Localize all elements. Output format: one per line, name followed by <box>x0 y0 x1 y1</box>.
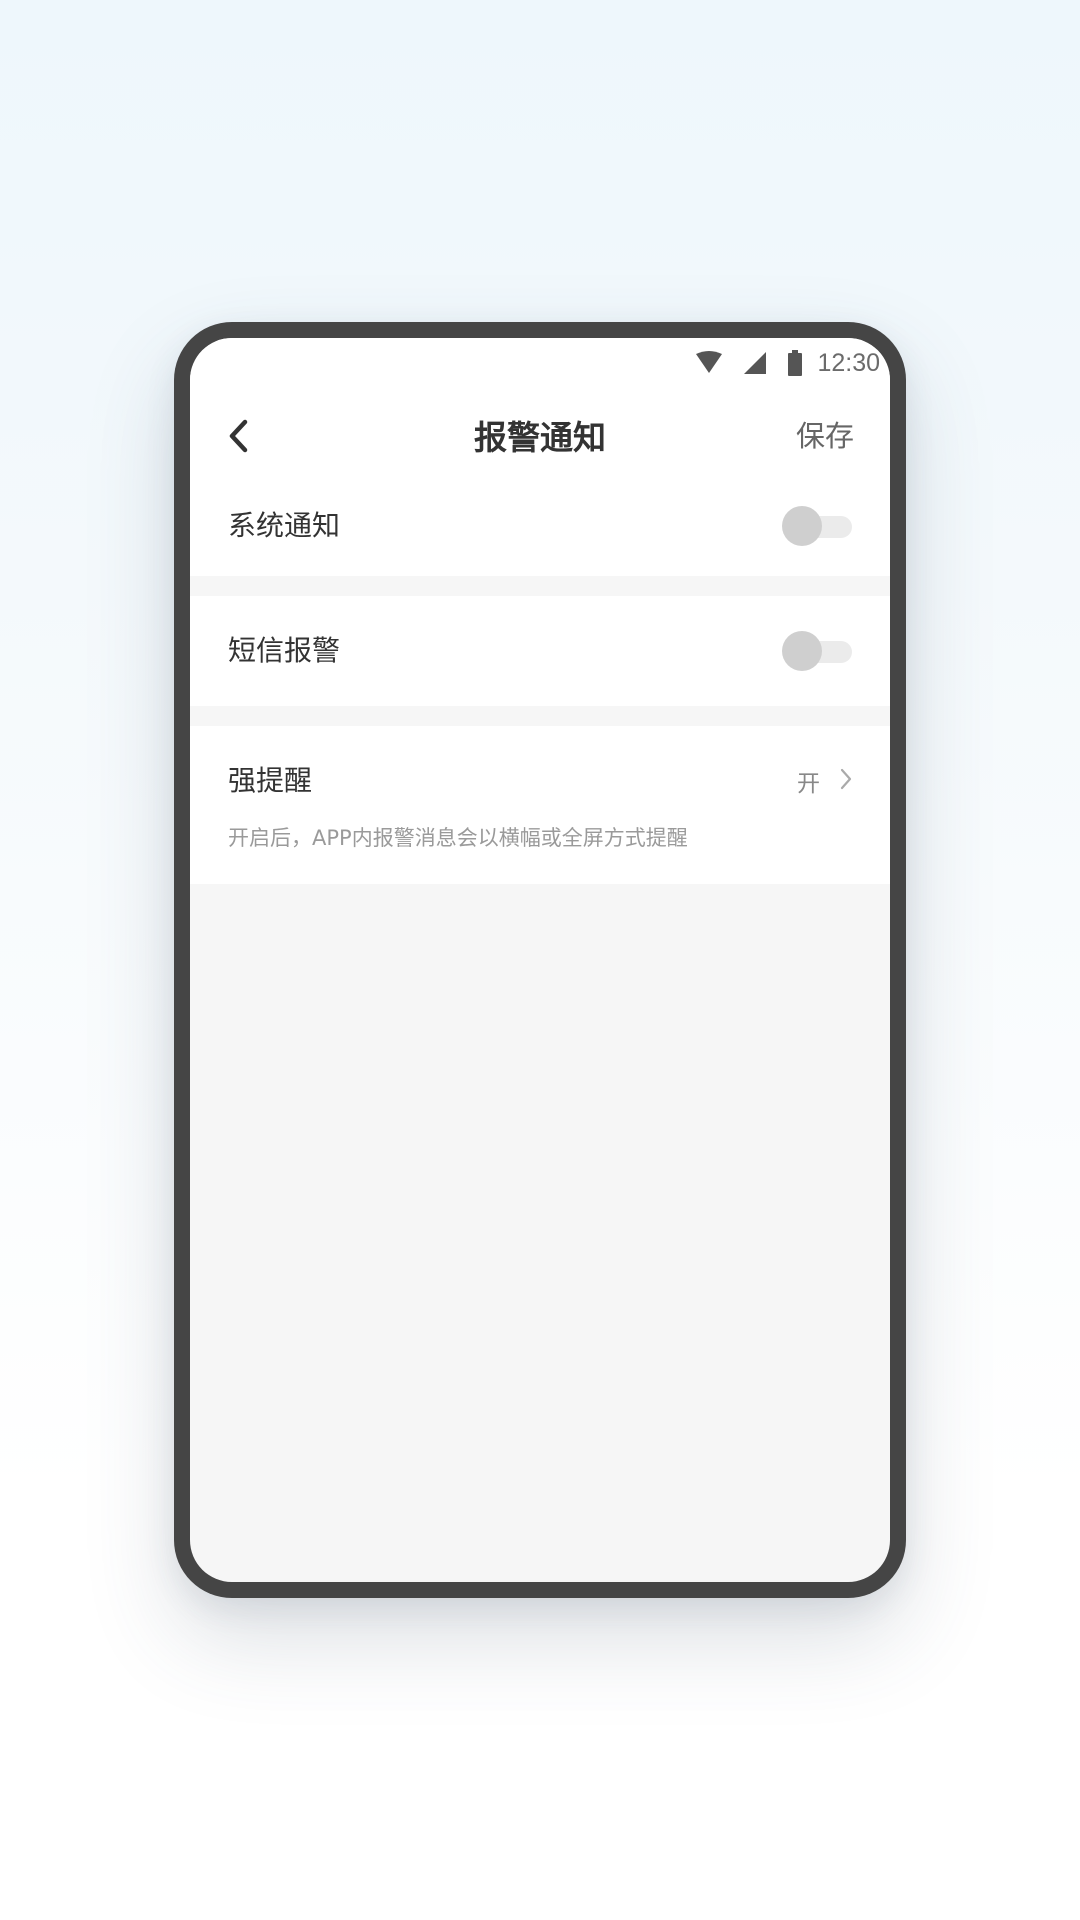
strong-reminder-value[interactable]: 开 <box>797 763 852 799</box>
toggle-knob <box>782 631 822 671</box>
setting-row-strong-reminder[interactable]: 强提醒 开 开启后，APP内报警消息会以横幅或全屏方式提醒 <box>190 726 890 884</box>
phone-frame: 12:30 报警通知 保存 系统通知 短信报警 强提醒 开 开启后，APP内报警… <box>174 322 906 1598</box>
strong-reminder-description: 开启后，APP内报警消息会以横幅或全屏方式提醒 <box>228 826 688 850</box>
system-notice-label: 系统通知 <box>228 509 341 542</box>
sms-alarm-label: 短信报警 <box>228 634 341 667</box>
save-button[interactable]: 保存 <box>796 416 854 456</box>
cellular-signal-icon <box>743 351 767 375</box>
status-icons: 12:30 <box>695 348 880 378</box>
chevron-right-icon <box>840 768 852 794</box>
app-screen: 12:30 报警通知 保存 系统通知 短信报警 强提醒 开 开启后，APP内报警… <box>190 338 890 1582</box>
status-bar: 12:30 <box>190 338 890 388</box>
battery-icon <box>787 350 803 376</box>
wifi-icon <box>695 351 723 375</box>
toggle-knob <box>782 506 822 546</box>
nav-bar: 报警通知 保存 <box>190 388 890 488</box>
strong-reminder-value-text: 开 <box>797 771 820 797</box>
status-time: 12:30 <box>817 348 880 377</box>
system-notice-toggle[interactable] <box>782 506 854 546</box>
setting-row-system-notice: 系统通知 <box>190 488 890 576</box>
page-title: 报警通知 <box>474 418 606 457</box>
setting-row-sms-alarm: 短信报警 <box>190 596 890 706</box>
sms-alarm-toggle[interactable] <box>782 631 854 671</box>
strong-reminder-label: 强提醒 <box>228 764 313 797</box>
